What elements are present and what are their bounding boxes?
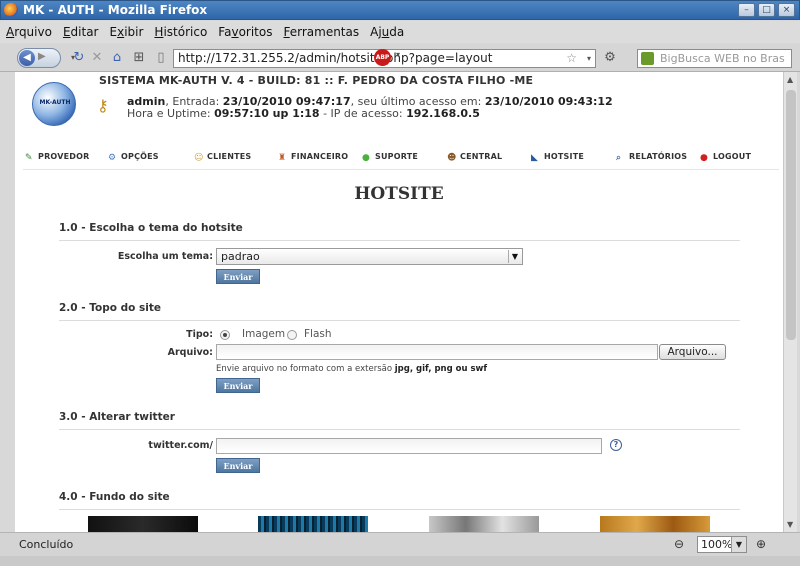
menu-opcoes[interactable]: ⚙ OPÇÕES <box>108 152 159 163</box>
options-icon: ⚙ <box>108 153 117 163</box>
twitter-submit-button[interactable]: Enviar <box>216 458 260 473</box>
tipo-label: Tipo: <box>186 329 213 340</box>
twitter-label: twitter.com/ <box>148 440 213 451</box>
reports-icon: ⌕ <box>616 153 622 163</box>
background-thumb-blue[interactable] <box>258 516 368 532</box>
menu-suporte[interactable]: ● SUPORTE <box>362 152 418 163</box>
stop-icon[interactable]: ✕ <box>88 49 106 67</box>
zoom-in-icon[interactable]: ⊕ <box>756 537 766 551</box>
file-path-input[interactable] <box>216 344 658 360</box>
radio-imagem-label[interactable]: Imagem <box>242 328 285 340</box>
menu-favoritos[interactable]: Favoritos <box>218 25 272 39</box>
section-theme-heading: 1.0 - Escolha o tema do hotsite <box>59 222 243 234</box>
keys-icon: ⚷ <box>97 96 109 115</box>
divider <box>59 240 740 241</box>
background-thumb-gray[interactable] <box>429 516 539 532</box>
page-icon: ▯ <box>157 50 165 65</box>
menu-hotsite[interactable]: ◣ HOTSITE <box>531 152 584 163</box>
twitter-input[interactable] <box>216 438 602 454</box>
radio-flash[interactable] <box>287 330 297 340</box>
menu-financeiro[interactable]: ♜ FINANCEIRO <box>278 152 348 163</box>
window-titlebar: MK - AUTH - Mozilla Firefox – □ × <box>0 0 800 20</box>
add-bookmark-icon[interactable]: ⊞ <box>130 49 148 67</box>
file-format-hint: Envie arquivo no formato com a extersão … <box>216 364 488 374</box>
scroll-up-icon[interactable]: ▲ <box>787 75 793 84</box>
minimize-button[interactable]: – <box>738 3 755 17</box>
top-submit-button[interactable]: Enviar <box>216 378 260 393</box>
menu-relatorios[interactable]: ⌕ RELATÓRIOS <box>616 152 687 163</box>
back-icon[interactable]: ◀ <box>19 50 35 66</box>
arquivo-label: Arquivo: <box>167 347 213 358</box>
radio-imagem[interactable] <box>220 330 230 340</box>
finance-icon: ♜ <box>278 153 287 163</box>
logout-icon: ● <box>700 153 709 163</box>
menu-ajuda[interactable]: Ajuda <box>370 25 404 39</box>
section-background-heading: 4.0 - Fundo do site <box>59 491 170 503</box>
menu-historico[interactable]: Histórico <box>154 25 207 39</box>
reload-icon[interactable]: ↻ <box>70 49 88 67</box>
radio-flash-label[interactable]: Flash <box>304 328 332 340</box>
page-content: MK-AUTH SISTEMA MK-AUTH V. 4 - BUILD: 81… <box>15 72 783 532</box>
theme-label: Escolha um tema: <box>117 251 213 262</box>
background-thumb-orange[interactable] <box>600 516 710 532</box>
mk-auth-logo: MK-AUTH <box>32 82 76 126</box>
menu-central[interactable]: ☻ CENTRAL <box>447 152 502 163</box>
browse-file-button[interactable]: Arquivo... <box>659 344 726 360</box>
theme-select[interactable]: padrao ▼ <box>216 248 523 265</box>
chevron-down-icon[interactable]: ▼ <box>508 250 521 263</box>
window-title: MK - AUTH - Mozilla Firefox <box>23 3 208 17</box>
status-text: Concluído <box>19 538 74 551</box>
menu-provedor[interactable]: ✎ PROVEDOR <box>25 152 89 163</box>
system-title: SISTEMA MK-AUTH V. 4 - BUILD: 81 :: F. P… <box>99 74 534 87</box>
uptime-line: Hora e Uptime: 09:57:10 up 1:18 - IP de … <box>127 107 480 120</box>
menu-arquivo[interactable]: Arquivo <box>6 25 52 39</box>
search-engine-icon[interactable] <box>641 52 654 65</box>
menu-editar[interactable]: Editar <box>63 25 99 39</box>
menu-ferramentas[interactable]: Ferramentas <box>283 25 359 39</box>
addon-icon[interactable]: ⚙ <box>601 49 619 67</box>
scrollbar-thumb[interactable] <box>786 90 796 340</box>
top-menu: ✎ PROVEDOR ⚙ OPÇÕES ☺ CLIENTES ♜ FINANCEIRO … <box>23 152 779 170</box>
divider <box>59 320 740 321</box>
background-thumb-dark[interactable] <box>88 516 198 532</box>
home-icon[interactable]: ⌂ <box>108 49 126 67</box>
provider-icon: ✎ <box>25 153 33 163</box>
menu-clientes[interactable]: ☺ CLIENTES <box>194 152 251 163</box>
adblock-icon[interactable]: ABP <box>374 49 391 66</box>
adblock-dropdown-icon[interactable]: ▾ <box>396 50 400 59</box>
hotsite-icon: ◣ <box>531 153 539 163</box>
back-forward-button[interactable]: ◀ ▶ <box>17 48 61 68</box>
vertical-scrollbar[interactable]: ▲ ▼ <box>783 72 797 532</box>
menu-exibir[interactable]: Exibir <box>110 25 144 39</box>
theme-submit-button[interactable]: Enviar <box>216 269 260 284</box>
status-bar: Concluído ⊖ 100% ▼ ⊕ <box>0 532 800 556</box>
search-input[interactable]: BigBusca WEB no Bras <box>637 49 792 68</box>
left-gutter <box>0 72 15 532</box>
support-icon: ● <box>362 153 371 163</box>
url-dropdown-icon[interactable]: ▾ <box>587 50 591 67</box>
chevron-down-icon[interactable]: ▼ <box>731 537 746 552</box>
maximize-button[interactable]: □ <box>758 3 775 17</box>
divider <box>59 509 740 510</box>
help-icon[interactable]: ? <box>610 439 622 451</box>
divider <box>59 429 740 430</box>
close-button[interactable]: × <box>778 3 795 17</box>
menu-bar: Arquivo Editar Exibir Histórico Favorito… <box>0 21 800 43</box>
section-twitter-heading: 3.0 - Alterar twitter <box>59 411 175 423</box>
page-title: HOTSITE <box>354 184 444 204</box>
window-bottom-edge <box>0 556 800 566</box>
forward-icon[interactable]: ▶ <box>38 51 46 62</box>
section-top-heading: 2.0 - Topo do site <box>59 302 162 314</box>
zoom-level-select[interactable]: 100% ▼ <box>697 536 747 553</box>
star-icon[interactable]: ☆ <box>566 50 577 67</box>
clients-icon: ☺ <box>194 153 204 163</box>
scroll-down-icon[interactable]: ▼ <box>787 520 793 529</box>
firefox-icon <box>4 3 18 17</box>
central-icon: ☻ <box>447 153 457 163</box>
menu-logout[interactable]: ● LOGOUT <box>700 152 751 163</box>
zoom-out-icon[interactable]: ⊖ <box>674 537 684 551</box>
url-text[interactable]: http://172.31.255.2/admin/hotsite.php?pa… <box>178 51 492 65</box>
